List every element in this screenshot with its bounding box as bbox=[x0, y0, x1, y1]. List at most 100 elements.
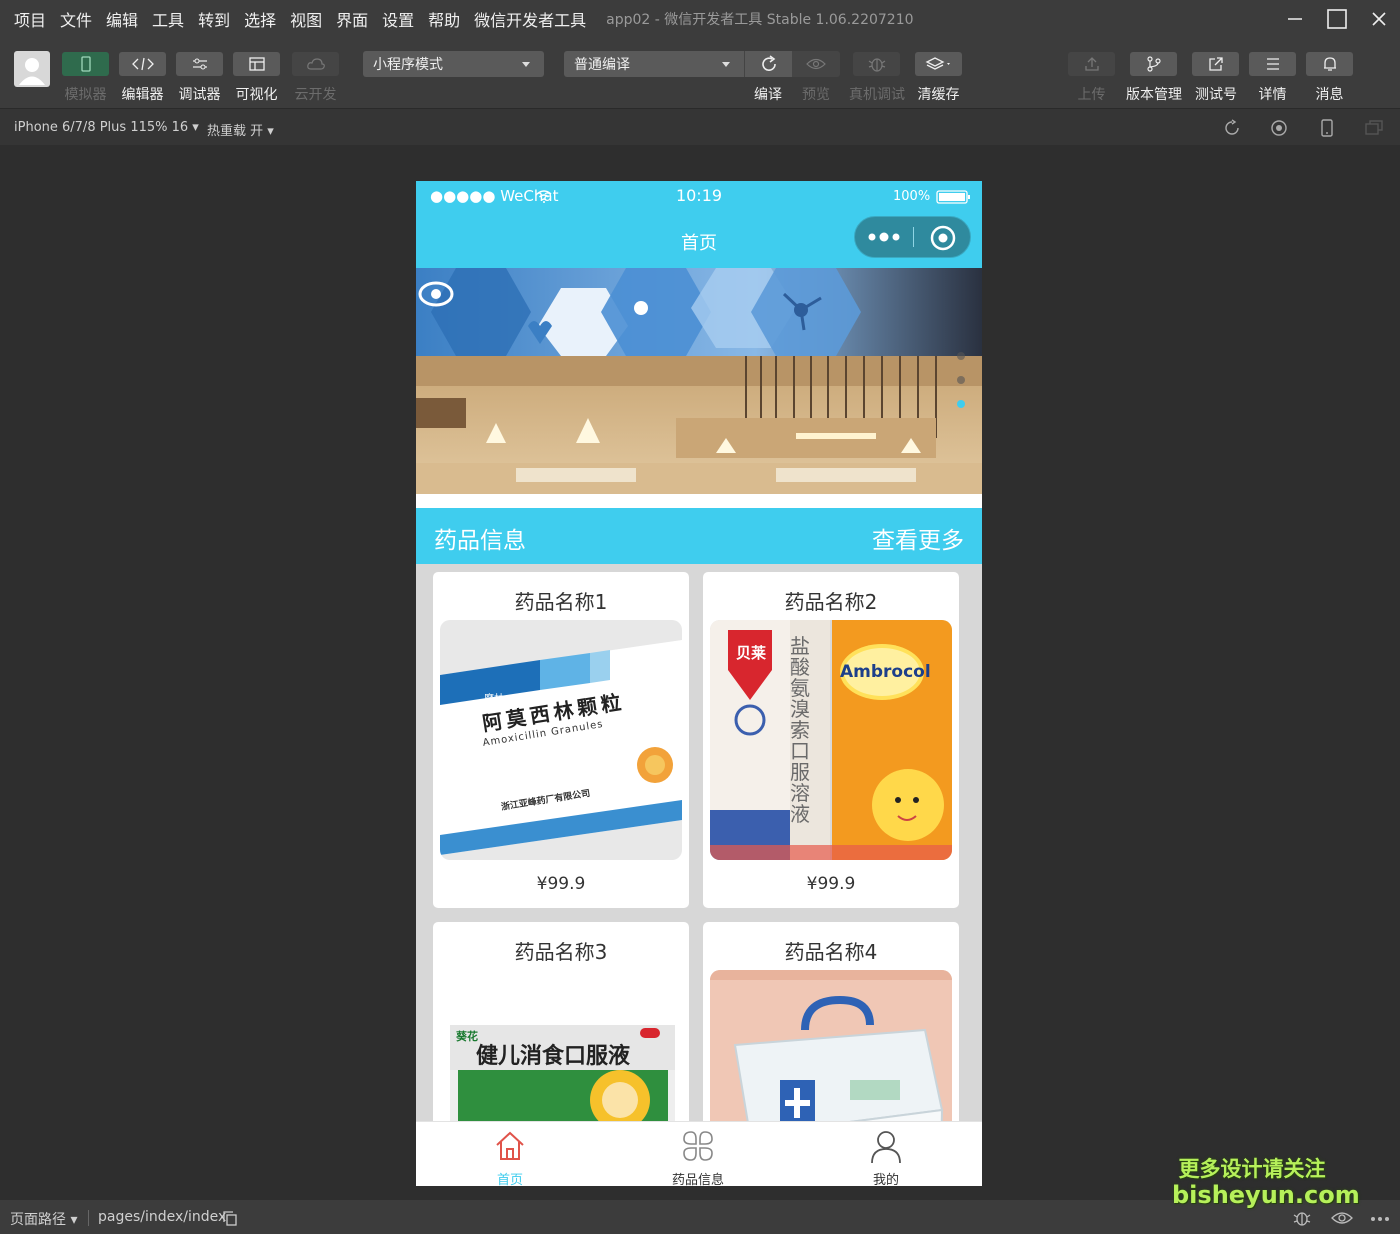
rotate-icon[interactable] bbox=[1223, 119, 1241, 137]
device-select[interactable]: iPhone 6/7/8 Plus 115% 16 ▾ bbox=[14, 120, 199, 135]
tab-medicine-label: 药品信息 bbox=[671, 1173, 724, 1186]
mode-select-value: 小程序模式 bbox=[373, 57, 443, 73]
stop-icon[interactable] bbox=[1270, 119, 1288, 137]
hot-reload-select[interactable]: 热重载 开 ▾ bbox=[207, 120, 274, 139]
tab-mine[interactable]: 我的 bbox=[792, 1122, 980, 1186]
close-button[interactable] bbox=[1358, 0, 1400, 38]
tab-medicine[interactable]: 药品信息 bbox=[604, 1122, 792, 1186]
page-path-select[interactable]: 页面路径 ▾ bbox=[10, 1209, 77, 1229]
capsule-menu bbox=[854, 216, 971, 258]
compile-select[interactable]: 普通编译 bbox=[564, 51, 744, 77]
phone-simulator: ●●●●● WeChat 10:19 100% 首页 药品信息 查看更多 药品名… bbox=[416, 181, 982, 1186]
menu-goto[interactable]: 转到 bbox=[198, 7, 230, 31]
product-name: 药品名称2 bbox=[784, 590, 878, 614]
menu-edit[interactable]: 编辑 bbox=[106, 7, 138, 31]
close-miniprogram-icon[interactable] bbox=[929, 224, 957, 252]
user-avatar-icon bbox=[19, 58, 45, 85]
menu-project[interactable]: 项目 bbox=[14, 7, 46, 31]
cloud-label: 云开发 bbox=[294, 87, 337, 103]
device-bar: iPhone 6/7/8 Plus 115% 16 ▾ 热重载 开 ▾ bbox=[0, 108, 1400, 145]
editor-button[interactable] bbox=[119, 52, 166, 76]
real-debug-button[interactable] bbox=[853, 52, 900, 76]
menu-select[interactable]: 选择 bbox=[244, 7, 276, 31]
preview-button[interactable] bbox=[792, 51, 840, 77]
battery-icon bbox=[936, 190, 970, 204]
menu-settings[interactable]: 设置 bbox=[382, 7, 414, 31]
menu-help[interactable]: 帮助 bbox=[428, 7, 460, 31]
window-title: app02 - 微信开发者工具 Stable 1.06.2207210 bbox=[606, 12, 914, 28]
layers-icon bbox=[925, 57, 950, 70]
tab-bar: 首页 药品信息 我的 bbox=[416, 1121, 982, 1186]
clear-cache-button[interactable] bbox=[915, 52, 962, 76]
banner-dot[interactable] bbox=[957, 376, 965, 384]
code-icon bbox=[131, 57, 154, 71]
copy-icon[interactable] bbox=[223, 1211, 237, 1226]
test-account-label: 测试号 bbox=[1195, 87, 1237, 103]
maximize-icon bbox=[1327, 9, 1347, 29]
view-more-link[interactable]: 查看更多 bbox=[872, 521, 964, 555]
external-link-icon bbox=[1208, 57, 1223, 71]
compile-button[interactable] bbox=[744, 51, 792, 77]
upload-label: 上传 bbox=[1077, 87, 1106, 103]
menu-view[interactable]: 视图 bbox=[290, 7, 322, 31]
menu-tools[interactable]: 工具 bbox=[152, 7, 184, 31]
section-header: 药品信息 查看更多 bbox=[416, 508, 982, 564]
layout-icon bbox=[248, 57, 265, 71]
refresh-icon bbox=[761, 55, 776, 71]
messages-label: 消息 bbox=[1315, 87, 1344, 103]
cloud-button[interactable] bbox=[292, 52, 339, 76]
capsule-divider bbox=[913, 227, 914, 247]
more-icon[interactable] bbox=[1370, 1216, 1390, 1222]
visual-button[interactable] bbox=[233, 52, 280, 76]
bug-icon[interactable] bbox=[1292, 1209, 1312, 1227]
mode-select[interactable]: 小程序模式 bbox=[363, 51, 544, 77]
close-icon bbox=[1372, 12, 1386, 26]
version-button[interactable] bbox=[1130, 52, 1177, 76]
home-icon bbox=[496, 1131, 524, 1160]
tab-home-label: 首页 bbox=[496, 1173, 523, 1186]
phone-nav-bar: 首页 bbox=[416, 213, 982, 268]
details-label: 详情 bbox=[1258, 87, 1287, 103]
bell-icon bbox=[1323, 57, 1336, 71]
banner-image bbox=[416, 268, 982, 494]
upload-button[interactable] bbox=[1068, 52, 1115, 76]
product-image: 贝莱 盐酸氨溴索口服溶液 Ambrocol bbox=[710, 620, 952, 860]
branch-icon bbox=[1146, 56, 1161, 72]
simulator-label: 模拟器 bbox=[64, 87, 107, 103]
banner-dot[interactable] bbox=[957, 352, 965, 360]
preview-label: 预览 bbox=[802, 87, 830, 103]
grid-icon bbox=[683, 1131, 713, 1161]
user-avatar[interactable] bbox=[14, 51, 50, 87]
maximize-button[interactable] bbox=[1316, 0, 1358, 38]
details-button[interactable] bbox=[1249, 52, 1296, 76]
tab-home[interactable]: 首页 bbox=[416, 1122, 604, 1186]
banner-dot-active[interactable] bbox=[957, 400, 965, 408]
user-icon bbox=[871, 1131, 901, 1164]
banner-swiper[interactable] bbox=[416, 268, 982, 508]
test-account-button[interactable] bbox=[1192, 52, 1239, 76]
box-brand: 摩林 bbox=[484, 694, 504, 705]
tab-mine-label: 我的 bbox=[872, 1173, 899, 1186]
version-label: 版本管理 bbox=[1126, 87, 1182, 103]
menu-interface[interactable]: 界面 bbox=[336, 7, 368, 31]
page-path: pages/index/index bbox=[98, 1209, 227, 1225]
menu-file[interactable]: 文件 bbox=[60, 7, 92, 31]
product-card[interactable]: 药品名称2 贝莱 盐酸氨溴索口服溶液 Ambrocol ¥99.9 bbox=[703, 572, 959, 908]
simulator-button[interactable] bbox=[62, 52, 109, 76]
box-title: 健儿消食口服液 bbox=[476, 1044, 631, 1069]
product-card[interactable]: 药品名称1 摩林 阿莫西林颗粒 Amoxicillin Granules 浙江亚… bbox=[433, 572, 689, 908]
compile-label: 编译 bbox=[754, 87, 782, 103]
battery-text: 100% bbox=[893, 189, 931, 204]
messages-button[interactable] bbox=[1306, 52, 1353, 76]
minimize-button[interactable] bbox=[1274, 0, 1316, 38]
window-icon[interactable] bbox=[1365, 119, 1383, 137]
menu-devtools[interactable]: 微信开发者工具 bbox=[474, 7, 586, 31]
more-icon[interactable] bbox=[867, 230, 901, 244]
debugger-button[interactable] bbox=[176, 52, 223, 76]
product-name: 药品名称1 bbox=[514, 590, 608, 614]
product-price: ¥99.9 bbox=[536, 874, 586, 894]
eye-icon[interactable] bbox=[1331, 1211, 1353, 1225]
device-icon[interactable] bbox=[1318, 119, 1336, 137]
product-price: ¥99.9 bbox=[806, 874, 856, 894]
sliders-icon bbox=[192, 58, 207, 70]
